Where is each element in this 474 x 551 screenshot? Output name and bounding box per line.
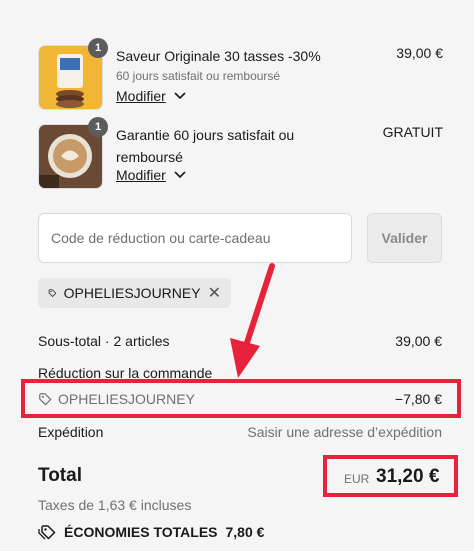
applied-code-label: OPHELIESJOURNEY bbox=[63, 285, 201, 301]
shipping-row: Expédition Saisir une adresse d’expéditi… bbox=[38, 424, 442, 440]
subtotal-label: Sous-total · 2 articles bbox=[38, 333, 170, 349]
remove-discount-icon[interactable]: ✕ bbox=[208, 283, 221, 303]
subtotal-value: 39,00 € bbox=[395, 333, 442, 349]
savings-label: ÉCONOMIES TOTALES bbox=[64, 524, 218, 540]
item-price: GRATUIT bbox=[382, 124, 443, 140]
annotation-highlight-discount bbox=[21, 379, 461, 418]
modify-button[interactable]: Modifier bbox=[116, 167, 186, 183]
modify-label: Modifier bbox=[116, 167, 166, 183]
tag-icon bbox=[38, 525, 56, 540]
shipping-label: Expédition bbox=[38, 424, 104, 440]
modify-label: Modifier bbox=[116, 88, 166, 104]
item-title-line2: remboursé bbox=[116, 149, 183, 165]
annotation-highlight-total bbox=[323, 455, 458, 497]
line-item: 1 Garantie 60 jours satisfait ou rembour… bbox=[38, 117, 443, 194]
quantity-badge: 1 bbox=[88, 38, 108, 58]
shipping-value: Saisir une adresse d’expédition bbox=[247, 424, 442, 440]
item-subtitle: 60 jours satisfait ou remboursé bbox=[116, 69, 281, 83]
item-title-line1: Garantie 60 jours satisfait ou bbox=[116, 127, 295, 143]
discount-code-input[interactable] bbox=[38, 213, 352, 263]
chevron-down-icon bbox=[174, 92, 186, 100]
total-savings: ÉCONOMIES TOTALES 7,80 € bbox=[38, 524, 264, 540]
item-title: Saveur Originale 30 tasses -30% bbox=[116, 48, 321, 64]
apply-discount-button[interactable]: Valider bbox=[367, 213, 442, 263]
total-label: Total bbox=[38, 465, 82, 486]
modify-button[interactable]: Modifier bbox=[116, 88, 186, 104]
chevron-down-icon bbox=[174, 171, 186, 179]
line-item: 1 Saveur Originale 30 tasses -30% 60 jou… bbox=[38, 38, 443, 115]
tag-icon bbox=[48, 289, 57, 297]
savings-value: 7,80 € bbox=[225, 524, 265, 540]
item-price: 39,00 € bbox=[396, 45, 443, 61]
taxes-note: Taxes de 1,63 € incluses bbox=[38, 497, 192, 513]
quantity-badge: 1 bbox=[88, 117, 108, 137]
annotation-arrow bbox=[230, 263, 275, 378]
applied-discount-chip: OPHELIESJOURNEY ✕ bbox=[38, 278, 231, 308]
